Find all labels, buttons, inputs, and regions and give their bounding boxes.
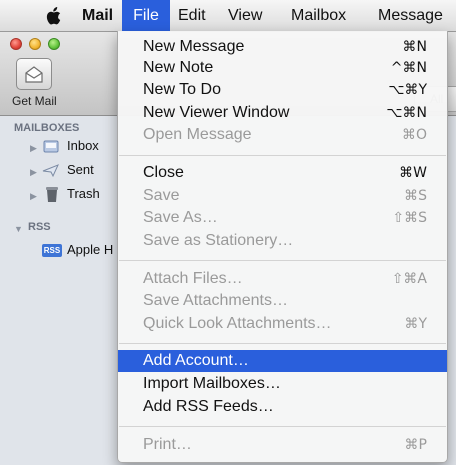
sidebar-item-rss-feed[interactable]: Apple H bbox=[67, 242, 113, 257]
sidebar-item-sent[interactable]: Sent bbox=[67, 162, 94, 177]
rss-heading: RSS bbox=[28, 221, 51, 233]
menu-item-save-as-stationery: Save as Stationery… bbox=[143, 232, 294, 249]
menu-view[interactable]: View bbox=[222, 0, 268, 31]
menu-item-import-mailboxes[interactable]: Import Mailboxes… bbox=[118, 373, 447, 395]
menu-item-open-message: Open Message ⌘O bbox=[143, 126, 427, 143]
menu-item-new-to-do[interactable]: New To Do ⌥⌘Y bbox=[118, 79, 447, 101]
paper-plane-icon bbox=[42, 164, 59, 178]
menu-item-new-viewer-window[interactable]: New Viewer Window ⌥⌘N bbox=[118, 102, 447, 124]
menu-item-quick-look-attachments: Quick Look Attachments… ⌘Y bbox=[143, 315, 427, 332]
sidebar-item-inbox[interactable]: Inbox bbox=[67, 138, 99, 153]
menu-mail[interactable]: Mail bbox=[76, 0, 119, 31]
menu-item-print: Print… ⌘P bbox=[143, 436, 427, 453]
trash-can-icon bbox=[46, 187, 58, 202]
inbox-tray-icon bbox=[43, 140, 59, 153]
menu-item-new-message[interactable]: New Message ⌘N bbox=[118, 36, 447, 58]
file-menu-dropdown: New Message ⌘N New Note ^⌘N New To Do ⌥⌘… bbox=[117, 31, 448, 463]
get-mail-button[interactable] bbox=[16, 58, 52, 90]
apple-menu[interactable] bbox=[38, 0, 68, 31]
menu-file[interactable]: File bbox=[122, 0, 170, 31]
disclosure-triangle-icon[interactable]: ▶ bbox=[30, 191, 37, 202]
sidebar-item-trash[interactable]: Trash bbox=[67, 186, 100, 201]
minimize-window-button[interactable] bbox=[29, 38, 41, 50]
rss-feed-icon: RSS bbox=[42, 244, 62, 257]
menu-separator bbox=[119, 260, 446, 261]
menu-item-save: Save ⌘S bbox=[143, 187, 427, 204]
menu-item-new-note[interactable]: New Note ^⌘N bbox=[118, 57, 447, 79]
menu-bar: Mail File Edit View Mailbox Message bbox=[0, 0, 456, 32]
disclosure-triangle-open-icon[interactable]: ▼ bbox=[14, 224, 23, 234]
envelope-icon bbox=[25, 66, 43, 83]
menu-item-add-rss-feeds[interactable]: Add RSS Feeds… bbox=[118, 396, 447, 418]
menu-item-add-account[interactable]: Add Account… bbox=[118, 350, 447, 372]
menu-edit[interactable]: Edit bbox=[172, 0, 212, 31]
close-window-button[interactable] bbox=[10, 38, 22, 50]
menu-separator bbox=[119, 155, 446, 156]
apple-icon bbox=[46, 7, 61, 25]
zoom-window-button[interactable] bbox=[48, 38, 60, 50]
menu-separator bbox=[119, 343, 446, 344]
mailboxes-heading: MAILBOXES bbox=[14, 122, 80, 134]
disclosure-triangle-icon[interactable]: ▶ bbox=[30, 143, 37, 154]
menu-message[interactable]: Message bbox=[372, 0, 449, 31]
menu-separator bbox=[119, 426, 446, 427]
menu-mailbox[interactable]: Mailbox bbox=[285, 0, 352, 31]
menu-item-save-as: Save As… ⇧⌘S bbox=[143, 209, 427, 226]
get-mail-label: Get Mail bbox=[12, 94, 57, 108]
menu-item-close[interactable]: Close ⌘W bbox=[118, 162, 447, 184]
menu-item-save-attachments: Save Attachments… bbox=[143, 292, 288, 309]
disclosure-triangle-icon[interactable]: ▶ bbox=[30, 167, 37, 178]
menu-item-attach-files: Attach Files… ⇧⌘A bbox=[143, 270, 427, 287]
